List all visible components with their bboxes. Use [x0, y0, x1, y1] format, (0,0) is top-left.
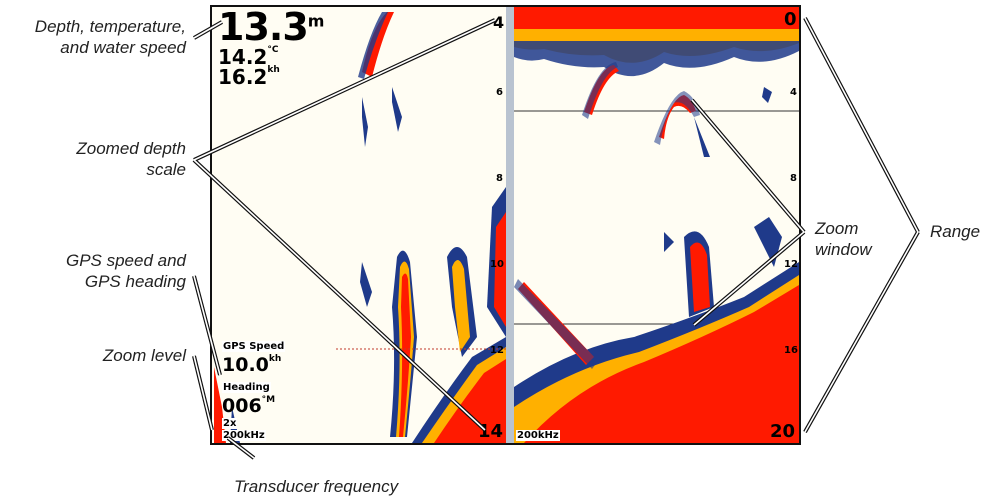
callout-leader-lines	[192, 17, 920, 460]
